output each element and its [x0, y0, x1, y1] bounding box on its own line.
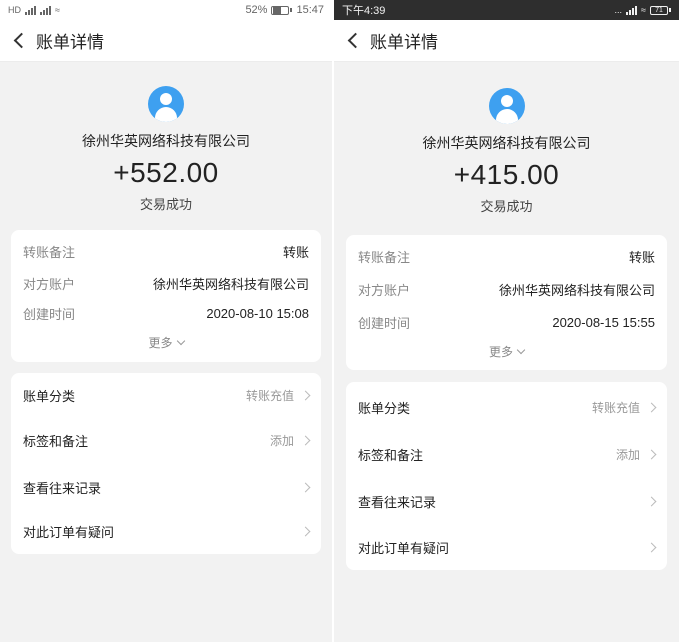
transaction-summary: 徐州华英网络科技有限公司 +552.00 交易成功 — [0, 86, 332, 213]
menu-item-history[interactable]: 查看往来记录 — [346, 478, 667, 524]
more-label: 更多 — [488, 345, 513, 359]
menu-item-value: 转账充值 — [245, 389, 294, 403]
menu-item-value: 添加 — [615, 447, 640, 462]
amount: +552.00 — [113, 157, 219, 188]
detail-row-remark: 转账备注 转账 — [11, 240, 321, 262]
detail-value: 转账 — [628, 249, 655, 265]
amount: +415.00 — [453, 159, 560, 190]
clock: 15:47 — [296, 4, 324, 16]
detail-key: 对方账户 — [358, 282, 411, 298]
more-toggle[interactable]: 更多 — [11, 334, 321, 351]
detail-row-remark: 转账备注 转账 — [346, 245, 667, 267]
menu-item-label: 标签和备注 — [23, 434, 89, 449]
detail-value: 徐州华英网络科技有限公司 — [152, 276, 309, 292]
menu-item-tags[interactable]: 标签和备注 添加 — [346, 431, 667, 477]
chevron-left-icon — [347, 32, 363, 49]
chevron-right-icon — [646, 402, 657, 412]
detail-value: 转账 — [282, 244, 309, 260]
status-bar: 下午4:39 ... ≈ 71 — [334, 0, 679, 20]
page-title: 账单详情 — [370, 33, 438, 52]
chevron-right-icon — [300, 435, 311, 446]
right-screenshot: 下午4:39 ... ≈ 71 账单详情 徐州华英网络科技有限公司 +415.0… — [334, 0, 679, 642]
chevron-right-icon — [646, 496, 657, 506]
menu-item-category[interactable]: 账单分类 转账充值 — [346, 384, 667, 430]
signal-icon — [626, 5, 638, 15]
menu-item-value: 转账充值 — [591, 400, 640, 415]
menu-item-category[interactable]: 账单分类 转账充值 — [11, 373, 321, 418]
status-bar: HD ≈ 52% 15:47 — [0, 0, 332, 20]
menu-item-history[interactable]: 查看往来记录 — [11, 465, 321, 510]
menu-item-label: 查看往来记录 — [23, 481, 102, 496]
nav-bar: 账单详情 — [0, 20, 332, 62]
chevron-down-icon — [176, 336, 185, 346]
detail-row-created: 创建时间 2020-08-10 15:08 — [11, 302, 321, 324]
chevron-right-icon — [300, 526, 311, 537]
detail-key: 对方账户 — [23, 276, 76, 292]
menu-item-tags[interactable]: 标签和备注 添加 — [11, 418, 321, 463]
battery-icon — [271, 5, 293, 15]
menu-item-value: 添加 — [269, 434, 294, 448]
page-title: 账单详情 — [36, 33, 104, 52]
dots-icon: ... — [614, 4, 623, 15]
hd-icon: HD — [8, 4, 21, 15]
detail-key: 转账备注 — [23, 244, 76, 260]
left-screenshot: HD ≈ 52% 15:47 账单详情 徐州华英网络科技有限公司 +552.00… — [0, 0, 332, 642]
detail-key: 创建时间 — [358, 315, 411, 331]
detail-row-account: 对方账户 徐州华英网络科技有限公司 — [346, 278, 667, 300]
chevron-right-icon — [646, 542, 657, 552]
counterparty-name: 徐州华英网络科技有限公司 — [82, 133, 250, 149]
menu-item-question[interactable]: 对此订单有疑问 — [346, 524, 667, 570]
signal-icon — [25, 5, 36, 15]
detail-value: 2020-08-15 15:55 — [552, 314, 655, 330]
menu-item-label: 账单分类 — [358, 400, 411, 416]
counterparty-name: 徐州华英网络科技有限公司 — [422, 135, 591, 151]
actions-card: 账单分类 转账充值 标签和备注 添加 查看往来记录 对此订单有疑问 — [11, 373, 321, 554]
chevron-right-icon — [646, 449, 657, 459]
battery-percent: 52% — [245, 4, 268, 16]
clock: 下午4:39 — [342, 5, 386, 17]
detail-value: 徐州华英网络科技有限公司 — [498, 282, 655, 298]
chevron-right-icon — [300, 390, 311, 401]
detail-key: 转账备注 — [358, 249, 411, 265]
chevron-down-icon — [516, 345, 526, 355]
wifi-icon: ≈ — [641, 4, 646, 15]
detail-value: 2020-08-10 15:08 — [206, 305, 309, 321]
signal-icon-2 — [40, 5, 51, 15]
transaction-summary: 徐州华英网络科技有限公司 +415.00 交易成功 — [334, 88, 679, 215]
back-button[interactable] — [0, 20, 36, 62]
more-toggle[interactable]: 更多 — [346, 343, 667, 360]
transaction-status: 交易成功 — [139, 197, 192, 212]
avatar — [148, 86, 184, 122]
more-label: 更多 — [148, 336, 173, 350]
menu-item-question[interactable]: 对此订单有疑问 — [11, 509, 321, 554]
menu-item-label: 标签和备注 — [358, 447, 424, 463]
details-card: 转账备注 转账 对方账户 徐州华英网络科技有限公司 创建时间 2020-08-1… — [346, 235, 667, 370]
detail-key: 创建时间 — [23, 306, 76, 322]
detail-row-created: 创建时间 2020-08-15 15:55 — [346, 311, 667, 333]
menu-item-label: 对此订单有疑问 — [358, 540, 450, 556]
back-button[interactable] — [334, 20, 370, 62]
actions-card: 账单分类 转账充值 标签和备注 添加 查看往来记录 对此订单有疑问 — [346, 382, 667, 570]
chevron-left-icon — [13, 32, 29, 49]
menu-item-label: 账单分类 — [23, 389, 76, 404]
chevron-right-icon — [300, 482, 311, 493]
details-card: 转账备注 转账 对方账户 徐州华英网络科技有限公司 创建时间 2020-08-1… — [11, 230, 321, 362]
nav-bar: 账单详情 — [334, 20, 679, 62]
battery-icon: 71 — [650, 5, 671, 15]
wifi-icon: ≈ — [55, 4, 60, 15]
avatar — [488, 88, 525, 124]
detail-row-account: 对方账户 徐州华英网络科技有限公司 — [11, 272, 321, 294]
menu-item-label: 对此订单有疑问 — [23, 525, 115, 540]
menu-item-label: 查看往来记录 — [358, 494, 437, 510]
transaction-status: 交易成功 — [480, 199, 533, 214]
